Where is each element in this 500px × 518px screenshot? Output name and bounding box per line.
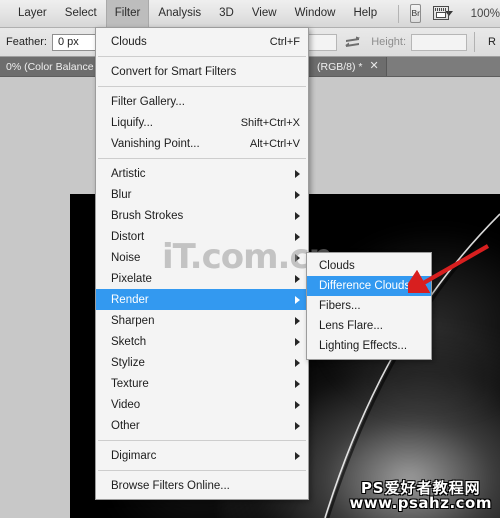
document-tab-label: (RGB/8) * [317,60,363,73]
menu-help[interactable]: Help [344,1,386,27]
menu-item-label: Brush Strokes [111,209,184,222]
menu-item-browse-filters-online[interactable]: Browse Filters Online... [96,475,308,496]
menu-3d[interactable]: 3D [210,1,243,27]
submenu-item-lighting-effects[interactable]: Lighting Effects... [307,336,431,356]
bridge-icon[interactable]: Br [410,4,421,23]
menu-item-sharpen[interactable]: Sharpen [96,310,308,331]
menu-item-other[interactable]: Other [96,415,308,436]
menu-divider [98,470,306,471]
menu-item-label: Noise [111,251,141,264]
chevron-right-icon [295,337,300,346]
submenu-item-difference-clouds[interactable]: Difference Clouds [307,276,431,296]
tab-bar-filler [386,57,500,76]
menu-item-label: Fibers... [319,300,361,312]
menu-item-blur[interactable]: Blur [96,184,308,205]
chevron-right-icon [295,169,300,178]
menu-layer[interactable]: Layer [9,1,56,27]
menu-item-distort[interactable]: Distort [96,226,308,247]
menu-item-shortcut: Shift+Ctrl+X [240,116,300,129]
feather-label: Feather: [6,36,47,48]
menu-select[interactable]: Select [56,1,106,27]
menu-item-shortcut: Alt+Ctrl+V [249,137,300,150]
menu-item-artistic[interactable]: Artistic [96,163,308,184]
menu-item-label: Other [111,419,140,432]
menu-item-label: Artistic [111,167,146,180]
menu-divider [98,158,306,159]
submenu-item-lens-flare[interactable]: Lens Flare... [307,316,431,336]
menu-item-label: Browse Filters Online... [111,479,230,492]
menu-divider [98,440,306,441]
menu-item-label: Texture [111,377,149,390]
chevron-right-icon [295,190,300,199]
menu-item-sketch[interactable]: Sketch [96,331,308,352]
menu-item-label: Liquify... [111,116,153,129]
menu-item-convert-for-smart-filters[interactable]: Convert for Smart Filters [96,61,308,82]
menu-item-label: Blur [111,188,132,201]
menu-item-label: Clouds [319,260,355,272]
menu-item-label: Lighting Effects... [319,340,408,352]
chevron-right-icon [295,316,300,325]
menu-item-label: Convert for Smart Filters [111,65,237,78]
menu-window[interactable]: Window [286,1,345,27]
height-label: Height: [371,36,407,48]
menu-item-stylize[interactable]: Stylize [96,352,308,373]
chevron-right-icon [295,451,300,460]
menu-divider [98,56,306,57]
menu-item-noise[interactable]: Noise [96,247,308,268]
menu-item-label: Filter Gallery... [111,95,185,108]
menu-filter[interactable]: Filter [105,0,150,27]
chevron-right-icon [295,379,300,388]
chevron-right-icon [295,358,300,367]
menu-item-pixelate[interactable]: Pixelate [96,268,308,289]
menu-divider [98,86,306,87]
chevron-right-icon [295,274,300,283]
menu-item-label: Sharpen [111,314,155,327]
menu-item-label: Sketch [111,335,147,348]
submenu-item-clouds[interactable]: Clouds [307,256,431,276]
menu-item-label: Digimarc [111,449,157,462]
document-tab[interactable]: (RGB/8) * ✕ [310,57,387,76]
refine-edge-button[interactable]: R [488,36,496,48]
height-input[interactable] [411,33,468,51]
menu-item-filter-gallery[interactable]: Filter Gallery... [96,91,308,112]
menu-item-label: Pixelate [111,272,152,285]
zoom-level-label: 100% [470,7,500,20]
menu-item-video[interactable]: Video [96,394,308,415]
close-icon[interactable]: ✕ [370,61,379,72]
menu-item-label: Video [111,398,141,411]
menu-item-label: Render [111,293,149,306]
menu-item-label: Difference Clouds [319,280,411,292]
chevron-right-icon [295,421,300,430]
filter-dropdown-menu: Clouds Ctrl+F Convert for Smart Filters … [95,27,309,500]
menu-item-digimarc[interactable]: Digimarc [96,445,308,466]
swap-width-height-icon[interactable] [345,35,361,49]
menu-item-clouds-repeat[interactable]: Clouds Ctrl+F [96,31,308,52]
options-divider-right [474,32,476,52]
render-submenu: Clouds Difference Clouds Fibers... Lens … [306,252,432,360]
photoshop-window: Layer Select Filter Analysis 3D View Win… [0,0,500,518]
menu-item-liquify[interactable]: Liquify... Shift+Ctrl+X [96,112,308,133]
menu-analysis[interactable]: Analysis [149,1,210,27]
menu-item-label: Lens Flare... [319,320,383,332]
menu-item-texture[interactable]: Texture [96,373,308,394]
menu-view[interactable]: View [243,1,286,27]
chevron-right-icon [295,295,300,304]
menu-item-vanishing-point[interactable]: Vanishing Point... Alt+Ctrl+V [96,133,308,154]
chevron-right-icon [295,253,300,262]
chevron-right-icon [295,232,300,241]
submenu-item-fibers[interactable]: Fibers... [307,296,431,316]
menu-bar: Layer Select Filter Analysis 3D View Win… [0,0,500,28]
menu-item-label: Stylize [111,356,145,369]
menu-item-brush-strokes[interactable]: Brush Strokes [96,205,308,226]
screen-mode-icon[interactable] [432,5,449,22]
menu-item-label: Distort [111,230,145,243]
menu-item-label: Vanishing Point... [111,137,200,150]
menu-item-label: Clouds [111,35,147,48]
chevron-right-icon [295,211,300,220]
chevron-right-icon [295,400,300,409]
menu-item-shortcut: Ctrl+F [269,35,300,48]
menu-item-render[interactable]: Render [96,289,308,310]
